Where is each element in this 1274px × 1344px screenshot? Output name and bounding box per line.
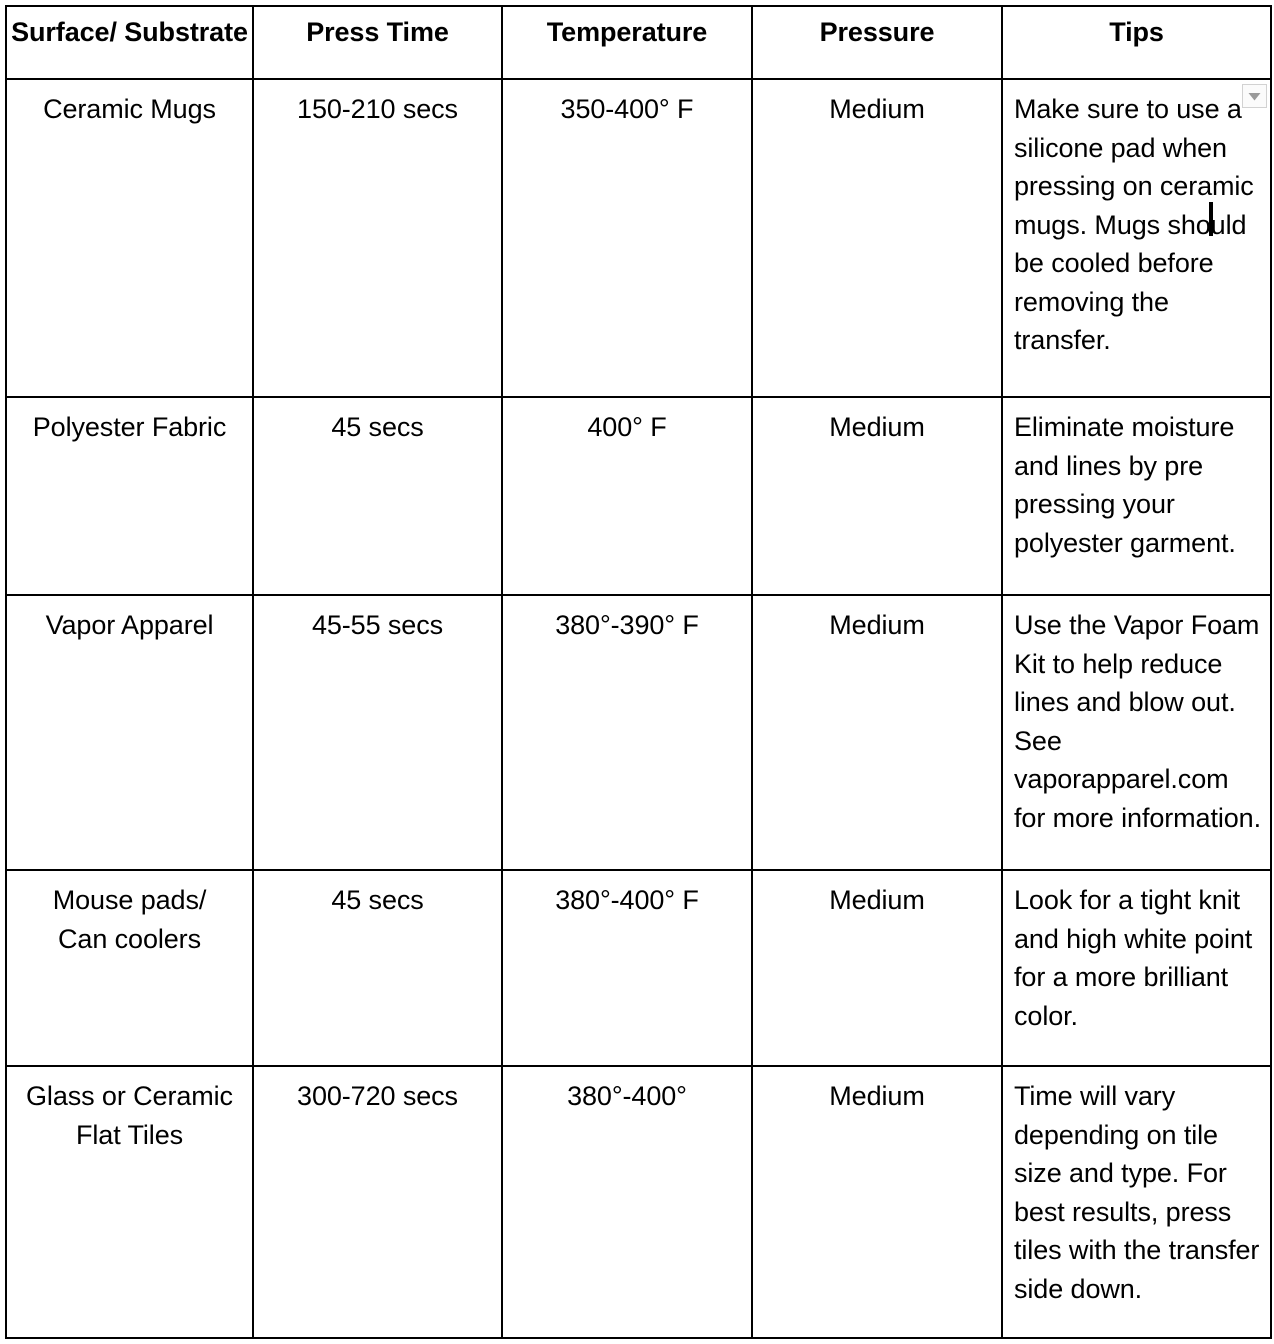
cell-temperature: 350-400° F [501, 78, 753, 398]
cell-press-time: 45-55 secs [252, 594, 503, 871]
cell-press-time: 45 secs [252, 869, 503, 1067]
cell-tips-text: Make sure to use a silicone pad when pre… [1014, 94, 1254, 355]
cell-tips-text: Use the Vapor Foam Kit to help reduce li… [1014, 610, 1261, 833]
cell-tips-text: Eliminate moisture and lines by pre pres… [1014, 412, 1236, 558]
table-row: Glass or Ceramic Flat Tiles 300-720 secs… [5, 1065, 1272, 1339]
cell-pressure-text: Medium [829, 94, 925, 124]
cell-pressure-text: Medium [829, 412, 925, 442]
table-row: Vapor Apparel 45-55 secs 380°-390° F Med… [5, 594, 1272, 871]
cell-surface-text: Mouse pads/ Can coolers [52, 885, 207, 954]
cell-press-time: 300-720 secs [252, 1065, 503, 1339]
column-header-pressure: Pressure [751, 5, 1003, 80]
column-header-surface: Surface/ Substrate [5, 5, 254, 80]
table-row: Polyester Fabric 45 secs 400° F Medium E… [5, 396, 1272, 596]
cell-press-time: 150-210 secs [252, 78, 503, 398]
column-header-tips-label: Tips [1109, 17, 1164, 47]
cell-tips: Look for a tight knit and high white poi… [1001, 869, 1272, 1067]
cell-tips: Time will vary depending on tile size an… [1001, 1065, 1272, 1339]
cell-temperature: 400° F [501, 396, 753, 596]
cell-temperature-text: 380°-400° [567, 1081, 687, 1111]
cell-tips: Eliminate moisture and lines by pre pres… [1001, 396, 1272, 596]
cell-pressure: Medium [751, 1065, 1003, 1339]
cell-surface: Vapor Apparel [5, 594, 254, 871]
chevron-down-icon[interactable] [1242, 84, 1267, 108]
table-row: Ceramic Mugs 150-210 secs 350-400° F Med… [5, 78, 1272, 398]
cell-press-time: 45 secs [252, 396, 503, 596]
table-body: Ceramic Mugs 150-210 secs 350-400° F Med… [5, 78, 1272, 1339]
table-row: Mouse pads/ Can coolers 45 secs 380°-400… [5, 869, 1272, 1067]
cell-surface-text: Vapor Apparel [45, 610, 214, 640]
cell-surface: Ceramic Mugs [5, 78, 254, 398]
cell-surface-text: Ceramic Mugs [43, 94, 216, 124]
cell-temperature-text: 380°-390° F [555, 610, 699, 640]
cell-tips: Use the Vapor Foam Kit to help reduce li… [1001, 594, 1272, 871]
cell-temperature-text: 350-400° F [560, 94, 694, 124]
cell-surface: Mouse pads/ Can coolers [5, 869, 254, 1067]
cell-surface-text: Polyester Fabric [32, 412, 227, 442]
cell-pressure-text: Medium [829, 1081, 925, 1111]
cell-press-time-text: 45 secs [331, 885, 424, 915]
cell-press-time-text: 45-55 secs [311, 610, 444, 640]
cell-pressure: Medium [751, 396, 1003, 596]
column-header-temperature-label: Temperature [546, 17, 708, 47]
cell-tips-text: Time will vary depending on tile size an… [1014, 1081, 1260, 1304]
cell-press-time-text: 45 secs [331, 412, 424, 442]
document-canvas: Surface/ Substrate Press Time Temperatur… [0, 0, 1274, 1344]
cell-temperature: 380°-400° F [501, 869, 753, 1067]
cell-pressure: Medium [751, 869, 1003, 1067]
cell-pressure: Medium [751, 594, 1003, 871]
text-insertion-caret [1209, 202, 1213, 236]
cell-surface: Glass or Ceramic Flat Tiles [5, 1065, 254, 1339]
column-header-press-time-label: Press Time [306, 17, 449, 47]
heat-press-settings-table: Surface/ Substrate Press Time Temperatur… [5, 5, 1272, 1339]
column-header-tips: Tips [1001, 5, 1272, 80]
cell-temperature-text: 380°-400° F [555, 885, 699, 915]
cell-pressure-text: Medium [829, 610, 925, 640]
table-header: Surface/ Substrate Press Time Temperatur… [5, 5, 1272, 80]
column-header-pressure-label: Pressure [819, 17, 935, 47]
cell-pressure: Medium [751, 78, 1003, 398]
cell-press-time-text: 300-720 secs [297, 1081, 458, 1111]
table-header-row: Surface/ Substrate Press Time Temperatur… [5, 5, 1272, 80]
cell-surface: Polyester Fabric [5, 396, 254, 596]
cell-pressure-text: Medium [829, 885, 925, 915]
cell-tips-text: Look for a tight knit and high white poi… [1014, 885, 1253, 1031]
cell-tips[interactable]: Make sure to use a silicone pad when pre… [1001, 78, 1272, 398]
column-header-press-time: Press Time [252, 5, 503, 80]
cell-surface-text: Glass or Ceramic Flat Tiles [26, 1081, 233, 1150]
column-header-surface-label: Surface/ Substrate [11, 17, 248, 47]
column-header-temperature: Temperature [501, 5, 753, 80]
cell-temperature: 380°-400° [501, 1065, 753, 1339]
cell-temperature-text: 400° F [587, 412, 667, 442]
cell-temperature: 380°-390° F [501, 594, 753, 871]
cell-press-time-text: 150-210 secs [297, 94, 458, 124]
